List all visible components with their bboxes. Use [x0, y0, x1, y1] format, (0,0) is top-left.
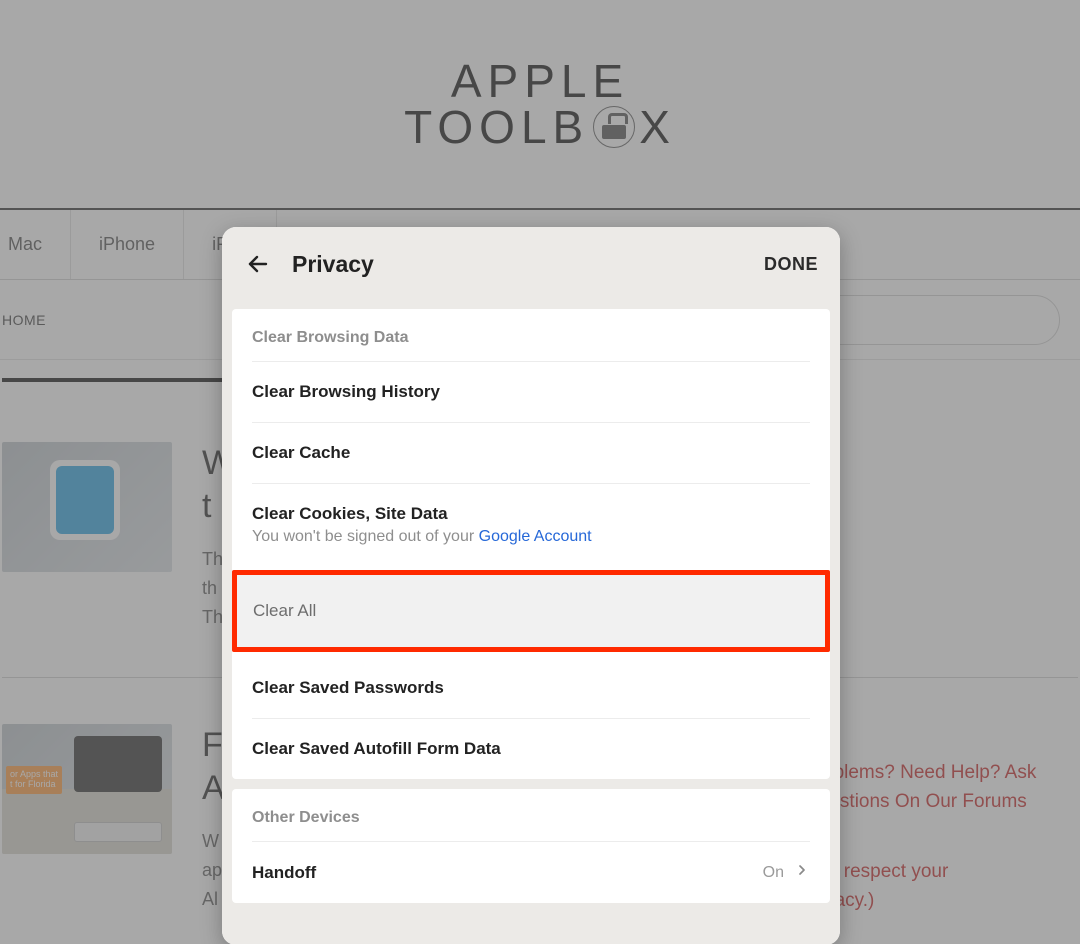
handoff-row[interactable]: Handoff On [232, 842, 830, 903]
done-button[interactable]: DONE [764, 254, 818, 275]
clear-cache-row[interactable]: Clear Cache [232, 423, 830, 483]
row-subtitle: You won't be signed out of your Google A… [252, 528, 810, 546]
chevron-right-icon [794, 862, 810, 883]
clear-all-row[interactable]: Clear All [237, 575, 825, 647]
row-title: Clear Browsing History [252, 382, 810, 402]
other-devices-card: Other Devices Handoff On [232, 789, 830, 903]
clear-history-row[interactable]: Clear Browsing History [232, 362, 830, 422]
google-account-link[interactable]: Google Account [479, 528, 592, 545]
privacy-modal: Privacy DONE Clear Browsing Data Clear B… [222, 227, 840, 944]
row-value: On [763, 864, 784, 882]
row-title: Clear Saved Passwords [252, 678, 810, 698]
modal-header: Privacy DONE [222, 227, 840, 301]
row-title: Clear Saved Autofill Form Data [252, 739, 810, 759]
row-title: Clear All [253, 601, 809, 621]
row-title: Clear Cache [252, 443, 810, 463]
clear-cookies-row[interactable]: Clear Cookies, Site Data You won't be si… [232, 484, 830, 566]
clear-passwords-row[interactable]: Clear Saved Passwords [232, 658, 830, 718]
arrow-left-icon [246, 252, 270, 276]
card-section-label: Other Devices [232, 789, 830, 841]
row-title: Clear Cookies, Site Data [252, 504, 810, 524]
card-section-label: Clear Browsing Data [232, 309, 830, 361]
back-button[interactable] [244, 250, 272, 278]
modal-title: Privacy [292, 251, 744, 278]
clear-all-highlight: Clear All [232, 570, 830, 652]
modal-body: Clear Browsing Data Clear Browsing Histo… [222, 301, 840, 944]
row-title: Handoff [252, 863, 763, 883]
clear-autofill-row[interactable]: Clear Saved Autofill Form Data [232, 719, 830, 779]
clear-data-card: Clear Browsing Data Clear Browsing Histo… [232, 309, 830, 779]
